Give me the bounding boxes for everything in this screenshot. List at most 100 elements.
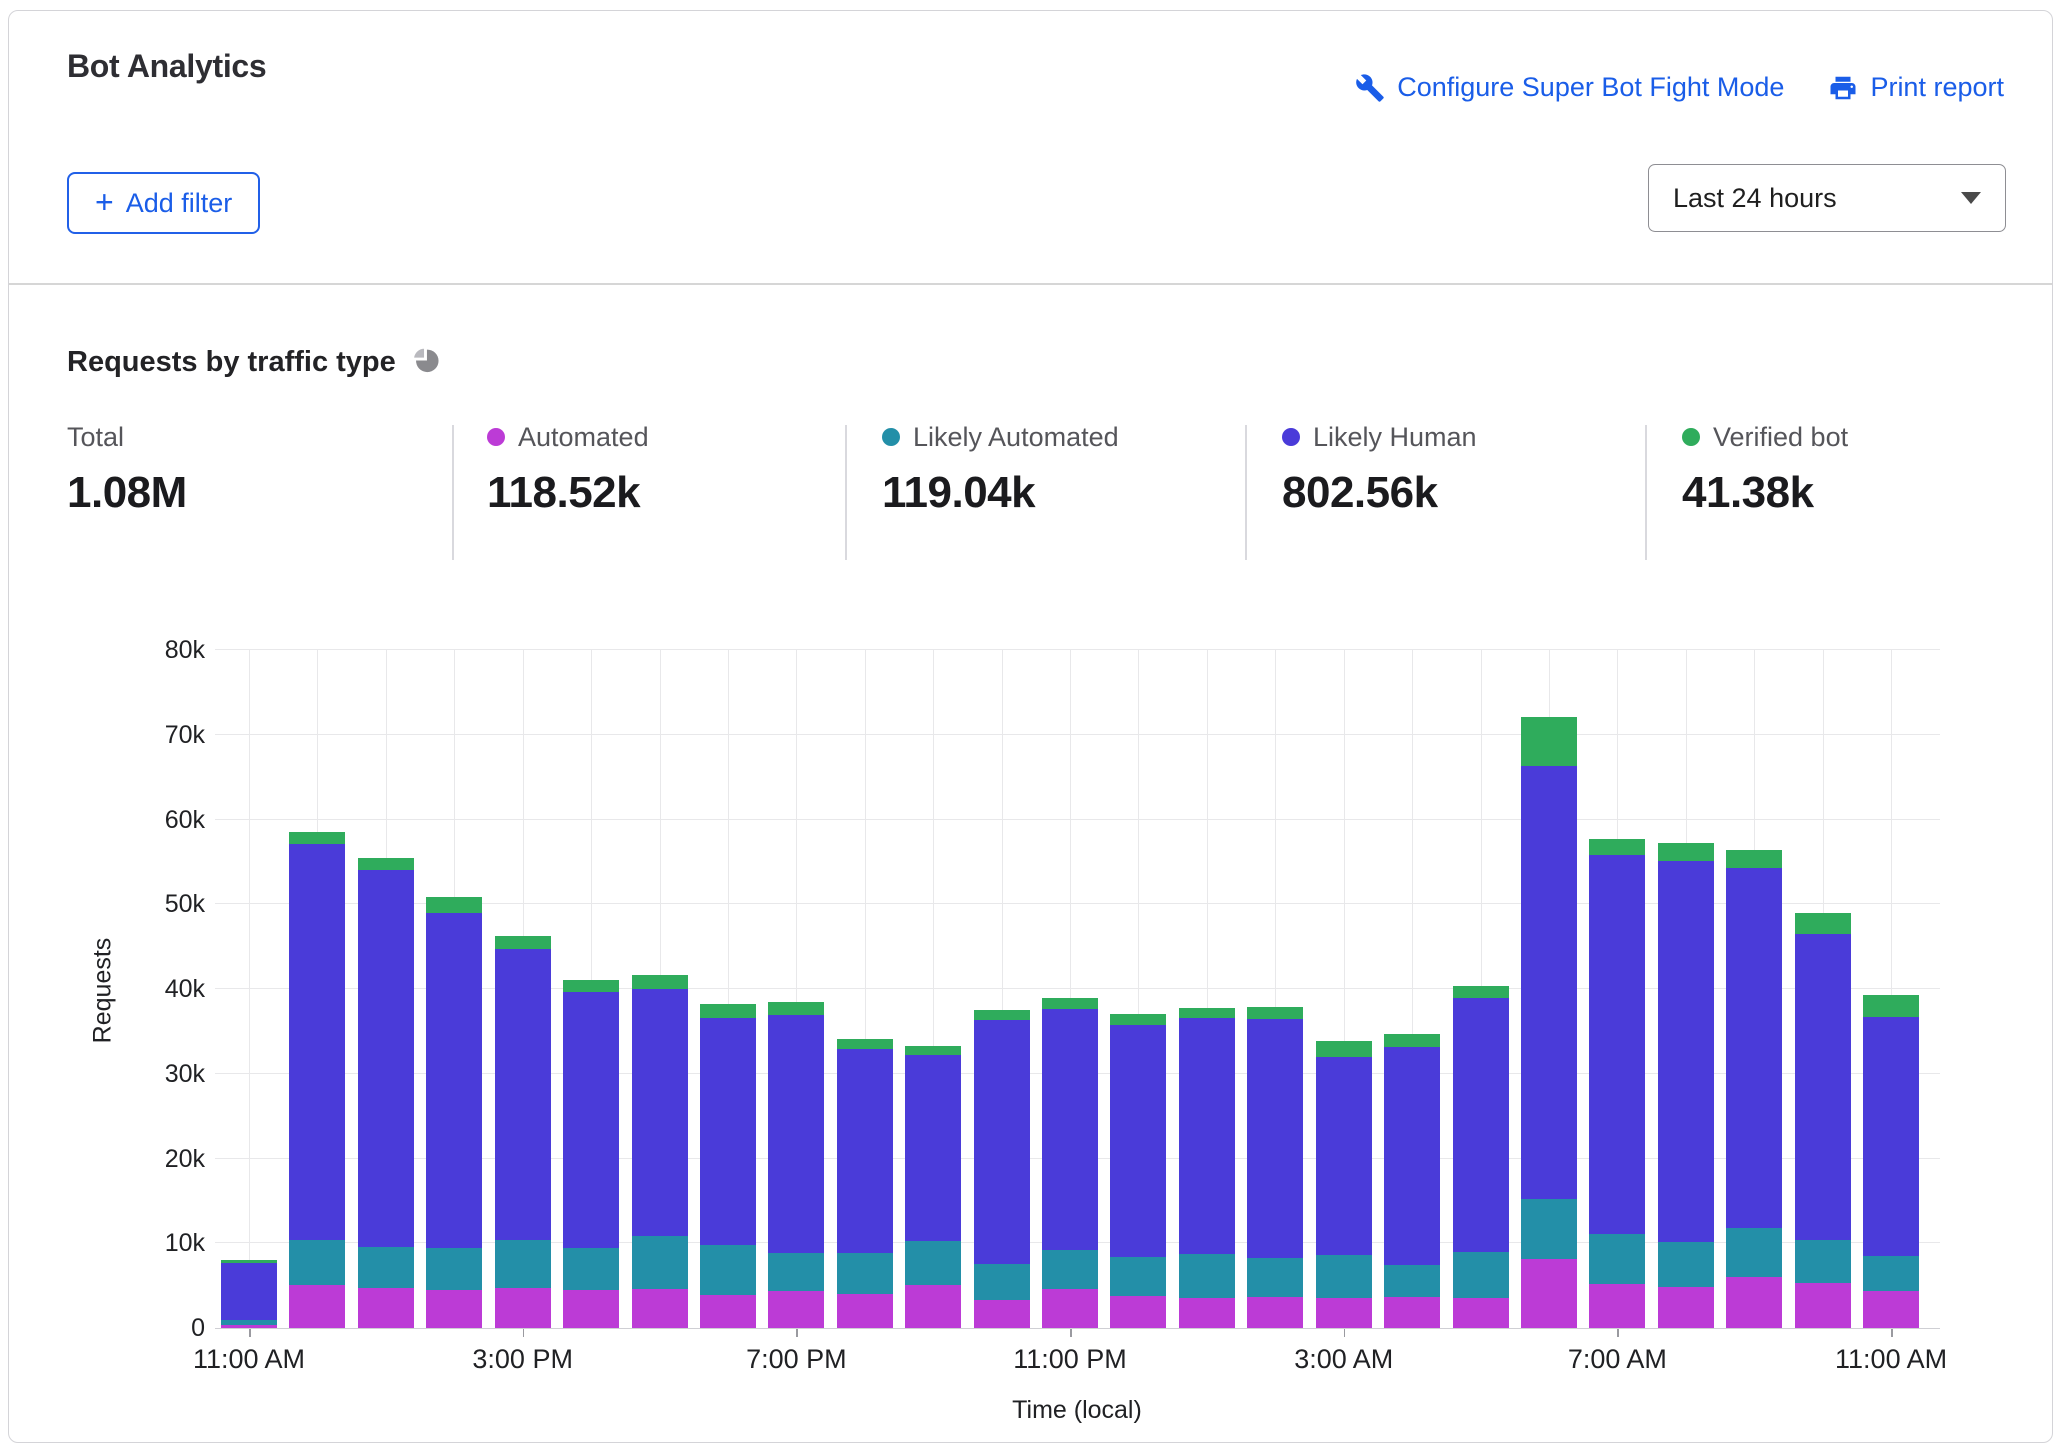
segment-likely-human[interactable] [494,949,551,1240]
segment-automated[interactable] [1384,1296,1441,1328]
segment-likely-human[interactable] [905,1055,962,1241]
segment-likely-automated[interactable] [1520,1199,1577,1259]
segment-likely-human[interactable] [1384,1046,1441,1266]
segment-likely-automated[interactable] [699,1244,756,1295]
segment-verified-bot[interactable] [1315,1040,1372,1057]
segment-automated[interactable] [699,1294,756,1328]
segment-likely-human[interactable] [973,1020,1030,1265]
segment-likely-automated[interactable] [426,1248,483,1290]
segment-verified-bot[interactable] [768,1001,825,1016]
segment-likely-automated[interactable] [289,1239,346,1285]
add-filter-button[interactable]: + Add filter [67,172,261,234]
segment-likely-human[interactable] [1520,766,1577,1200]
segment-verified-bot[interactable] [1178,1007,1235,1018]
segment-verified-bot[interactable] [1794,912,1851,934]
segment-automated[interactable] [1520,1258,1577,1328]
segment-automated[interactable] [1042,1289,1099,1328]
segment-verified-bot[interactable] [1247,1006,1304,1019]
segment-likely-automated[interactable] [836,1253,893,1295]
segment-verified-bot[interactable] [221,1260,277,1263]
segment-likely-automated[interactable] [768,1252,825,1291]
segment-likely-human[interactable] [836,1049,893,1254]
segment-likely-automated[interactable] [1794,1239,1851,1284]
segment-likely-automated[interactable] [494,1239,551,1289]
segment-automated[interactable] [836,1294,893,1328]
segment-likely-automated[interactable] [1110,1256,1167,1296]
segment-likely-human[interactable] [1110,1024,1167,1257]
segment-likely-human[interactable] [1794,933,1851,1240]
segment-likely-automated[interactable] [1589,1233,1646,1284]
segment-likely-automated[interactable] [1863,1255,1920,1291]
segment-automated[interactable] [1178,1297,1235,1328]
segment-likely-human[interactable] [1589,855,1646,1234]
segment-verified-bot[interactable] [1520,716,1577,767]
segment-verified-bot[interactable] [563,979,620,993]
segment-automated[interactable] [289,1284,346,1328]
segment-likely-automated[interactable] [631,1236,688,1290]
segment-likely-human[interactable] [1452,998,1509,1252]
segment-likely-automated[interactable] [973,1264,1030,1301]
segment-likely-automated[interactable] [1178,1254,1235,1298]
segment-automated[interactable] [1657,1287,1714,1328]
segment-likely-human[interactable] [357,870,414,1247]
segment-likely-human[interactable] [1657,861,1714,1243]
segment-likely-automated[interactable] [357,1246,414,1289]
segment-likely-automated[interactable] [1042,1250,1099,1290]
segment-verified-bot[interactable] [494,935,551,950]
segment-automated[interactable] [768,1290,825,1328]
segment-automated[interactable] [1452,1297,1509,1328]
segment-verified-bot[interactable] [1589,839,1646,856]
segment-verified-bot[interactable] [1110,1014,1167,1025]
segment-verified-bot[interactable] [357,857,414,871]
configure-super-bot-fight-mode-link[interactable]: Configure Super Bot Fight Mode [1355,72,1784,103]
segment-verified-bot[interactable] [289,832,346,845]
segment-likely-human[interactable] [631,989,688,1237]
segment-automated[interactable] [1589,1283,1646,1328]
segment-likely-automated[interactable] [1315,1255,1372,1298]
segment-verified-bot[interactable] [836,1039,893,1050]
segment-likely-human[interactable] [1247,1018,1304,1258]
segment-automated[interactable] [221,1324,277,1328]
segment-likely-automated[interactable] [1726,1228,1783,1278]
segment-automated[interactable] [563,1289,620,1328]
segment-automated[interactable] [1794,1283,1851,1328]
segment-verified-bot[interactable] [426,896,483,913]
segment-verified-bot[interactable] [1384,1034,1441,1047]
segment-automated[interactable] [1247,1296,1304,1328]
segment-likely-human[interactable] [221,1262,277,1320]
segment-verified-bot[interactable] [1452,986,1509,999]
segment-automated[interactable] [631,1289,688,1328]
segment-likely-human[interactable] [426,912,483,1249]
segment-verified-bot[interactable] [973,1010,1030,1021]
segment-likely-human[interactable] [1178,1017,1235,1255]
segment-automated[interactable] [1110,1295,1167,1328]
segment-verified-bot[interactable] [631,974,688,989]
segment-automated[interactable] [905,1284,962,1328]
segment-likely-human[interactable] [289,844,346,1240]
segment-likely-automated[interactable] [563,1248,620,1290]
segment-likely-automated[interactable] [1452,1251,1509,1298]
segment-likely-human[interactable] [563,992,620,1249]
segment-automated[interactable] [973,1300,1030,1328]
segment-verified-bot[interactable] [905,1045,962,1056]
segment-likely-human[interactable] [768,1015,825,1253]
print-report-link[interactable]: Print report [1828,72,2004,103]
segment-automated[interactable] [357,1288,414,1328]
segment-likely-automated[interactable] [905,1240,962,1285]
segment-likely-automated[interactable] [1657,1242,1714,1288]
segment-automated[interactable] [1726,1277,1783,1328]
time-range-dropdown[interactable]: Last 24 hours [1648,164,2006,232]
segment-automated[interactable] [1315,1297,1372,1328]
segment-verified-bot[interactable] [1863,995,1920,1017]
segment-likely-human[interactable] [1726,867,1783,1228]
segment-automated[interactable] [1863,1290,1920,1328]
segment-automated[interactable] [494,1288,551,1328]
segment-verified-bot[interactable] [1657,843,1714,862]
segment-likely-automated[interactable] [221,1319,277,1325]
segment-verified-bot[interactable] [699,1004,756,1018]
segment-likely-human[interactable] [1042,1008,1099,1251]
segment-likely-human[interactable] [1863,1016,1920,1256]
segment-automated[interactable] [426,1289,483,1328]
segment-likely-human[interactable] [699,1017,756,1245]
segment-verified-bot[interactable] [1726,850,1783,868]
